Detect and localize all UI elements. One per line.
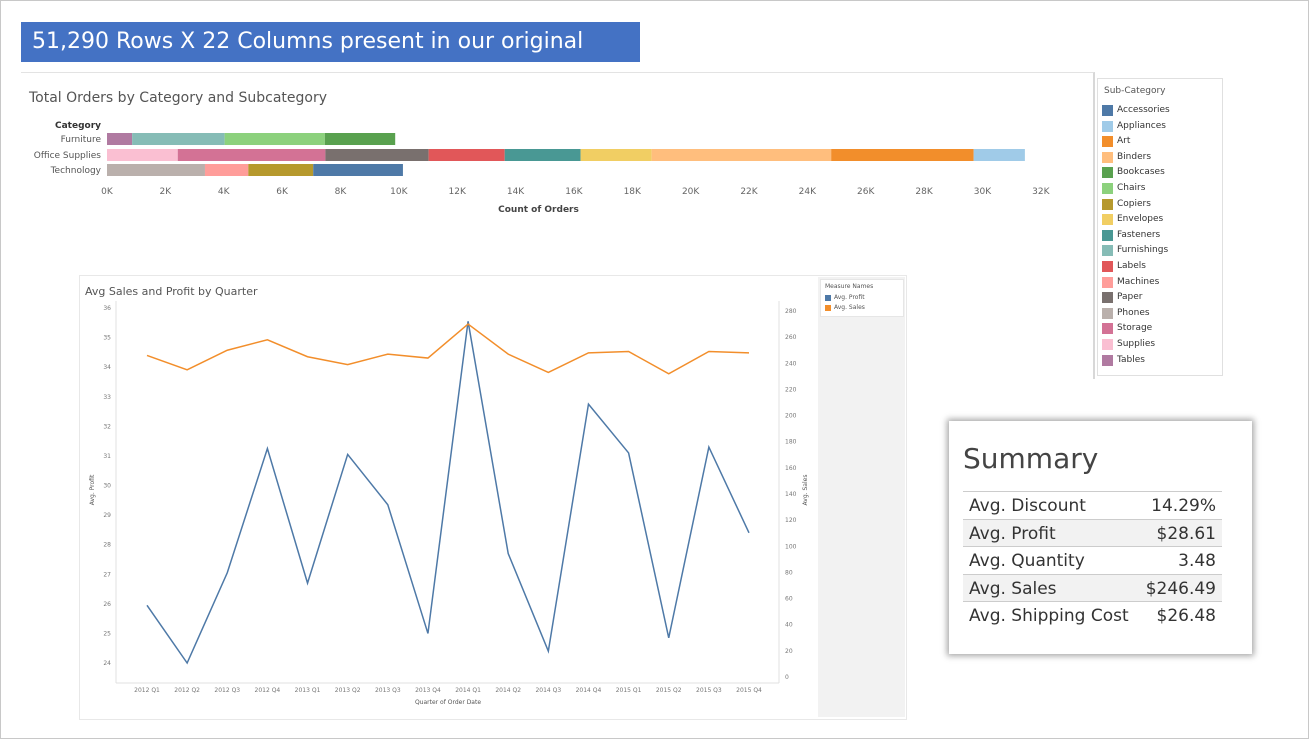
- left-y-tick-label: 25: [103, 630, 111, 637]
- summary-title: Summary: [963, 442, 1099, 475]
- right-y-tick-label: 200: [785, 413, 797, 420]
- summary-value: 14.29%: [1151, 496, 1216, 516]
- left-y-axis-title: Avg. Profit: [89, 474, 96, 505]
- x-tick-label: 2012 Q1: [134, 687, 160, 694]
- right-y-tick-label: 220: [785, 386, 797, 393]
- x-tick-label: 2014 Q3: [535, 687, 561, 694]
- profit-line: [146, 321, 750, 665]
- left-y-tick-label: 34: [103, 364, 111, 371]
- x-tick-label: 2015 Q1: [616, 687, 642, 694]
- summary-value: $26.48: [1156, 606, 1216, 627]
- summary-label: Avg. Profit: [969, 523, 1056, 544]
- summary-row: Avg. Quantity 3.48: [963, 546, 1222, 574]
- x-tick-label: 2014 Q1: [455, 687, 481, 694]
- left-y-tick-label: 31: [103, 453, 111, 460]
- left-y-tick-label: 29: [103, 512, 111, 519]
- right-y-tick-label: 60: [785, 596, 793, 603]
- left-y-tick-label: 35: [103, 335, 111, 342]
- right-y-tick-label: 20: [785, 648, 793, 655]
- summary-label: Avg. Shipping Cost: [969, 606, 1129, 627]
- right-y-tick-label: 160: [785, 465, 797, 472]
- summary-label: Avg. Discount: [969, 496, 1086, 516]
- left-y-tick-label: 30: [103, 483, 111, 490]
- summary-value: 3.48: [1178, 551, 1216, 572]
- summary-row: Avg. Shipping Cost $26.48: [963, 601, 1222, 629]
- summary-value: $246.49: [1145, 578, 1216, 599]
- summary-row: Avg. Profit $28.61: [963, 518, 1222, 547]
- left-y-tick-label: 26: [103, 601, 111, 608]
- x-tick-label: 2013 Q3: [375, 687, 401, 694]
- left-y-tick-label: 33: [103, 394, 111, 401]
- x-tick-label: 2012 Q2: [174, 687, 200, 694]
- right-y-tick-label: 80: [785, 569, 793, 576]
- summary-label: Avg. Quantity: [969, 551, 1085, 572]
- right-y-tick-label: 0: [785, 674, 789, 681]
- summary-label: Avg. Sales: [969, 578, 1057, 599]
- summary-card: Summary Avg. Discount 14.29% Avg. Profit $2…: [949, 421, 1252, 654]
- left-y-tick-label: 36: [103, 305, 111, 312]
- x-tick-label: 2013 Q4: [415, 687, 441, 694]
- summary-row: Avg. Sales $246.49: [963, 573, 1222, 602]
- x-tick-label: 2013 Q1: [295, 687, 321, 694]
- right-y-tick-label: 100: [785, 543, 797, 550]
- x-axis-title: Quarter of Order Date: [415, 699, 481, 706]
- x-tick-label: 2014 Q2: [495, 687, 521, 694]
- right-y-tick-label: 180: [785, 439, 797, 446]
- right-y-tick-label: 240: [785, 360, 797, 367]
- right-y-tick-label: 280: [785, 308, 797, 315]
- right-y-axis-title: Avg. Sales: [802, 475, 809, 506]
- x-tick-label: 2013 Q2: [335, 687, 361, 694]
- x-tick-label: 2012 Q3: [214, 687, 240, 694]
- x-tick-label: 2012 Q4: [255, 687, 281, 694]
- left-y-tick-label: 28: [103, 542, 111, 549]
- right-y-tick-label: 260: [785, 334, 797, 341]
- x-tick-label: 2015 Q2: [656, 687, 682, 694]
- right-y-tick-label: 120: [785, 517, 797, 524]
- right-y-tick-label: 140: [785, 491, 797, 498]
- left-y-tick-label: 32: [103, 423, 111, 430]
- x-tick-label: 2014 Q4: [576, 687, 602, 694]
- summary-value: $28.61: [1156, 523, 1216, 544]
- x-tick-label: 2015 Q3: [696, 687, 722, 694]
- x-tick-label: 2015 Q4: [736, 687, 762, 694]
- left-y-tick-label: 24: [103, 660, 111, 667]
- left-y-tick-label: 27: [103, 571, 111, 578]
- sales-line: [146, 323, 750, 375]
- right-y-tick-label: 40: [785, 622, 793, 629]
- summary-row: Avg. Discount 14.29%: [963, 491, 1222, 519]
